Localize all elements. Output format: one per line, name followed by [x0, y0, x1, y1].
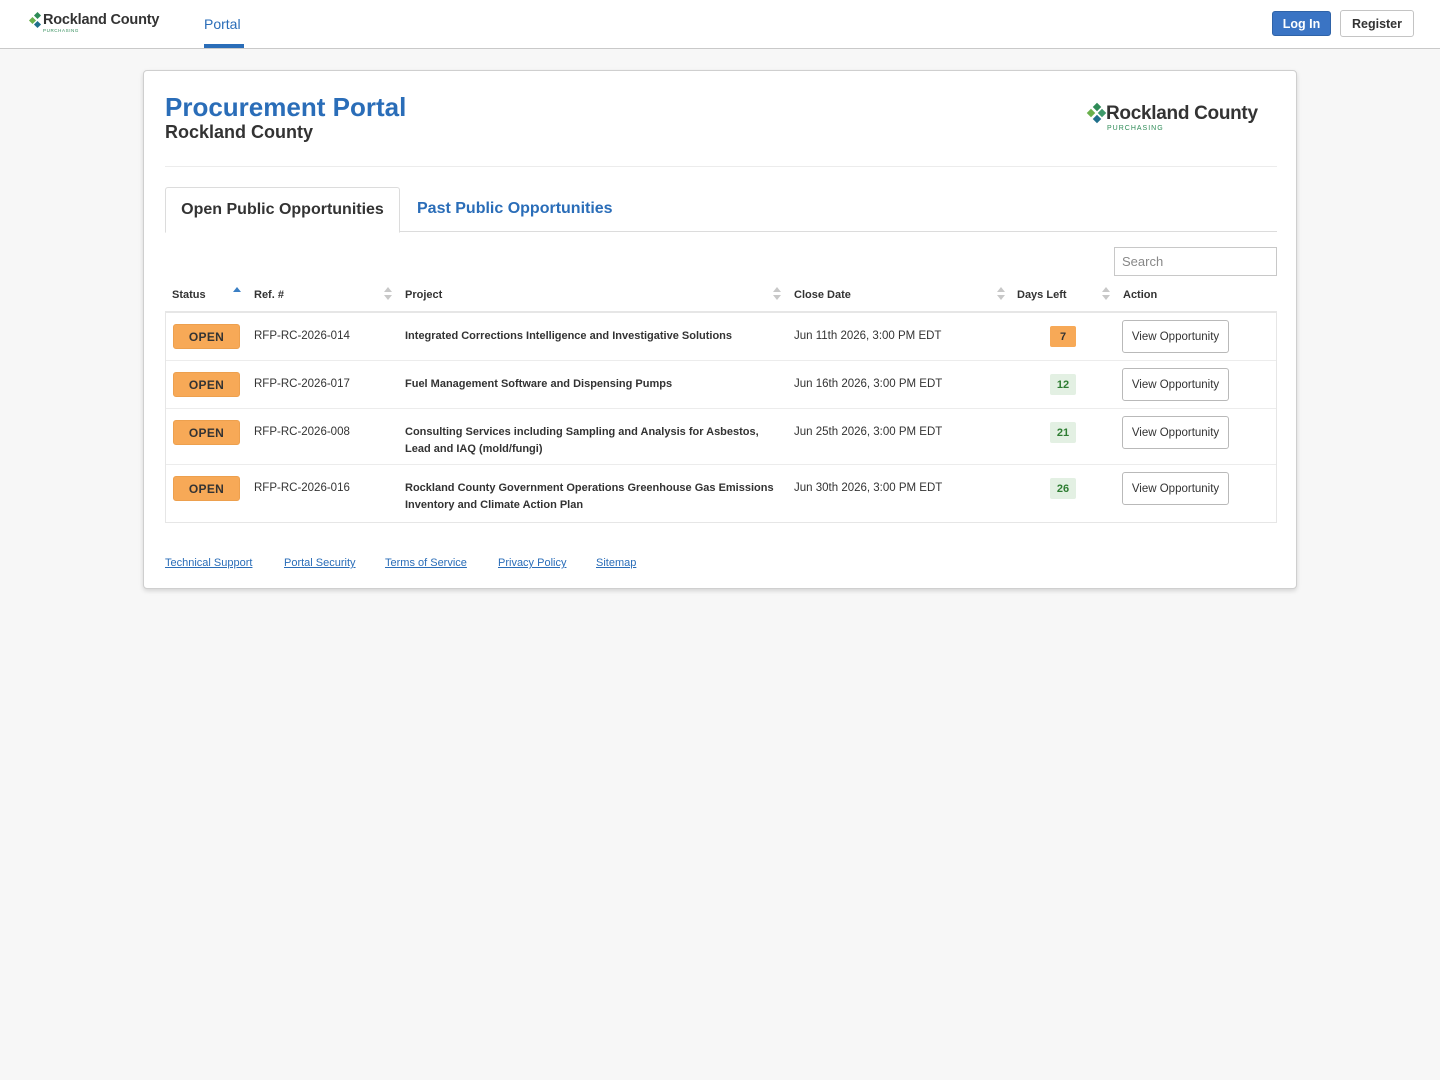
view-opportunity-button[interactable]: View Opportunity: [1122, 472, 1229, 505]
sort-icon[interactable]: [773, 287, 781, 301]
logo-subtitle: PURCHASING: [43, 28, 80, 33]
nav-tab-portal[interactable]: Portal: [204, 16, 241, 32]
portal-card: Procurement Portal Rockland County Rockl…: [143, 70, 1297, 589]
close-date: Jun 30th 2026, 3:00 PM EDT: [794, 482, 943, 494]
ref-number: RFP-RC-2026-008: [254, 426, 350, 438]
view-opportunity-button[interactable]: View Opportunity: [1122, 416, 1229, 449]
days-left-badge: 12: [1050, 374, 1076, 395]
view-opportunity-button[interactable]: View Opportunity: [1122, 368, 1229, 401]
nav-tab-active-indicator: [204, 44, 244, 48]
project-name: Integrated Corrections Intelligence and …: [405, 330, 733, 342]
footer-link-privacy-policy[interactable]: Privacy Policy: [498, 557, 566, 569]
register-button[interactable]: Register: [1340, 10, 1414, 37]
sort-icon[interactable]: [1102, 287, 1110, 301]
column-header-days-left[interactable]: Days Left: [1017, 289, 1067, 301]
days-left-badge: 26: [1050, 478, 1076, 499]
status-badge: OPEN: [173, 420, 240, 445]
column-header-ref[interactable]: Ref. #: [254, 289, 284, 301]
view-opportunity-button[interactable]: View Opportunity: [1122, 320, 1229, 353]
page-subtitle: Rockland County: [165, 122, 314, 142]
status-badge: OPEN: [173, 324, 240, 349]
footer-link-portal-security[interactable]: Portal Security: [284, 557, 356, 569]
header-logo-subtitle: PURCHASING: [1107, 125, 1164, 132]
column-header-close-date[interactable]: Close Date: [794, 289, 851, 301]
rockland-county-logo[interactable]: Rockland County PURCHASING: [28, 11, 170, 37]
status-badge: OPEN: [173, 372, 240, 397]
ref-number: RFP-RC-2026-014: [254, 330, 350, 342]
table-row: OPEN RFP-RC-2026-016 Rockland County Gov…: [166, 465, 1276, 522]
table-row: OPEN RFP-RC-2026-008 Consulting Services…: [166, 409, 1276, 465]
opportunities-table: OPEN RFP-RC-2026-014 Integrated Correcti…: [165, 313, 1277, 523]
sort-icon[interactable]: [997, 287, 1005, 301]
header-divider: [165, 166, 1277, 167]
footer-link-technical-support[interactable]: Technical Support: [165, 557, 252, 569]
login-button[interactable]: Log In: [1272, 11, 1331, 36]
logo-diamond-icon: [28, 11, 44, 29]
close-date: Jun 16th 2026, 3:00 PM EDT: [794, 378, 943, 390]
ref-number: RFP-RC-2026-017: [254, 378, 350, 390]
footer-link-terms-of-service[interactable]: Terms of Service: [385, 557, 467, 569]
header-logo: Rockland County PURCHASING: [1086, 102, 1278, 136]
table-row: OPEN RFP-RC-2026-014 Integrated Correcti…: [166, 313, 1276, 361]
days-left-badge: 7: [1050, 326, 1076, 347]
project-name: Rockland County Government Operations Gr…: [405, 482, 774, 511]
close-date: Jun 25th 2026, 3:00 PM EDT: [794, 426, 943, 438]
tab-past-opportunities[interactable]: Past Public Opportunities: [417, 200, 613, 218]
top-navbar: Rockland County PURCHASING Portal Log In…: [0, 0, 1440, 49]
close-date: Jun 11th 2026, 3:00 PM EDT: [794, 330, 942, 342]
logo-name: Rockland County: [43, 12, 160, 28]
footer-link-sitemap[interactable]: Sitemap: [596, 557, 636, 569]
ref-number: RFP-RC-2026-016: [254, 482, 350, 494]
project-name: Consulting Services including Sampling a…: [405, 426, 759, 455]
table-row: OPEN RFP-RC-2026-017 Fuel Management Sof…: [166, 361, 1276, 409]
sort-icon[interactable]: [384, 287, 392, 301]
logo-diamond-icon: [1086, 102, 1107, 126]
sort-asc-icon[interactable]: [233, 287, 241, 301]
search-input[interactable]: [1114, 247, 1277, 276]
status-badge: OPEN: [173, 476, 240, 501]
page-title: Procurement Portal: [165, 92, 407, 122]
tab-open-opportunities[interactable]: Open Public Opportunities: [165, 187, 400, 233]
column-header-project[interactable]: Project: [405, 289, 442, 301]
column-header-status[interactable]: Status: [172, 289, 206, 301]
project-name: Fuel Management Software and Dispensing …: [405, 378, 673, 390]
days-left-badge: 21: [1050, 422, 1076, 443]
header-logo-name: Rockland County: [1106, 103, 1258, 124]
column-header-action: Action: [1123, 289, 1158, 301]
